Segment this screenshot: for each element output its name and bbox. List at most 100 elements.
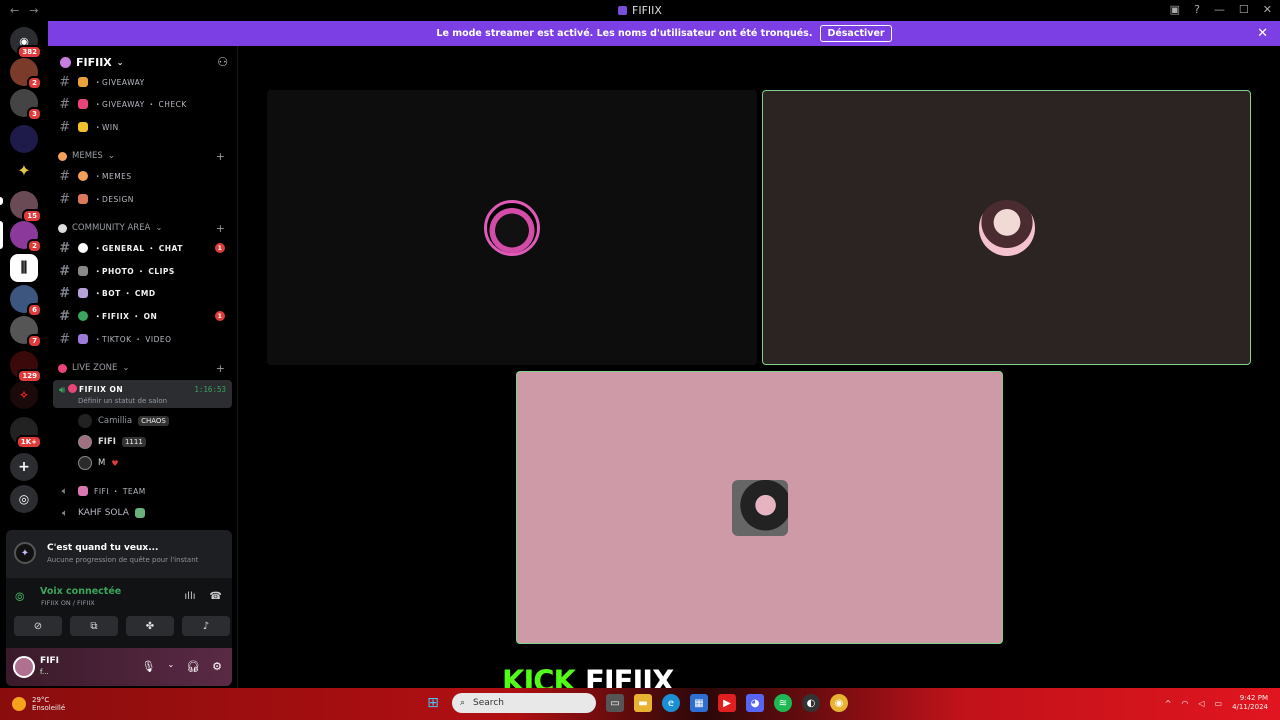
participant-tile[interactable]: [267, 90, 757, 365]
camera-off-button[interactable]: ⊘: [14, 616, 62, 636]
server-icon[interactable]: 1K+: [10, 417, 42, 449]
windows-start-icon[interactable]: ⊞: [424, 694, 442, 712]
volume-icon[interactable]: ◁: [1198, 699, 1204, 708]
chevron-down-icon[interactable]: ⌄: [167, 660, 174, 673]
red-circle-icon: [58, 363, 67, 373]
forward-icon[interactable]: →: [29, 4, 38, 17]
clock[interactable]: 9:42 PM 4/11/2024: [1232, 694, 1268, 712]
unread-badge: 1: [215, 243, 225, 253]
noise-suppression-icon[interactable]: ıllı: [184, 591, 195, 602]
channel-tiktok-video[interactable]: # ・TIKTOK ・ VIDEO: [58, 329, 233, 349]
battery-icon[interactable]: ▭: [1215, 699, 1223, 708]
category-live-zone[interactable]: LIVE ZONE ⌄ +: [58, 360, 233, 376]
help-icon[interactable]: ?: [1194, 3, 1200, 16]
channel-bot-cmd[interactable]: # ・BOT ・ CMD: [58, 283, 233, 303]
voice-user[interactable]: FIFI 1111: [78, 433, 146, 451]
window-title: FIFIIX: [632, 4, 662, 17]
voice-connected-channel[interactable]: FIFIIX ON / FIFIIX: [41, 599, 95, 607]
task-view-icon[interactable]: ▭: [606, 694, 624, 712]
spotify-icon[interactable]: ≋: [774, 694, 792, 712]
weather-widget[interactable]: 29°C Ensoleillé: [12, 696, 65, 712]
participant-tile-speaking[interactable]: [762, 90, 1251, 365]
server-icon[interactable]: 6: [10, 285, 42, 317]
store-icon[interactable]: ▦: [690, 694, 708, 712]
channel-giveaway[interactable]: # ・GIVEAWAY: [58, 72, 233, 92]
unread-pill: [0, 197, 3, 205]
server-icon[interactable]: 15: [10, 191, 42, 223]
direct-messages-icon[interactable]: ◉ 382: [10, 27, 42, 59]
close-banner-icon[interactable]: ✕: [1257, 26, 1268, 41]
minimize-icon[interactable]: —: [1214, 3, 1225, 16]
add-server-icon[interactable]: +: [10, 453, 38, 481]
category-memes[interactable]: MEMES ⌄ +: [58, 148, 233, 164]
server-icon[interactable]: 2: [10, 221, 42, 253]
server-icon[interactable]: ✦: [10, 156, 38, 184]
set-channel-status[interactable]: Définir un statut de salon: [78, 397, 167, 405]
server-icon[interactable]: 129: [10, 351, 42, 383]
user-avatar[interactable]: [13, 656, 35, 678]
back-icon[interactable]: ←: [10, 4, 19, 17]
add-channel-icon[interactable]: +: [216, 362, 225, 375]
cast-icon[interactable]: ▣: [1170, 3, 1180, 16]
channel-giveaway-check[interactable]: # ・GIVEAWAY ・ CHECK: [58, 94, 233, 114]
channel-photo-clips[interactable]: # ・PHOTO ・ CLIPS: [58, 261, 233, 281]
channel-fifiix-on[interactable]: # ・FIFIIX ・ ON 1: [58, 306, 233, 326]
window-title-group: FIFIIX: [618, 4, 662, 17]
app-icon[interactable]: ◐: [802, 694, 820, 712]
voice-connected-label[interactable]: Voix connectée: [14, 586, 121, 597]
music-note-icon: [78, 334, 88, 344]
channel-memes[interactable]: # ・MEMES: [58, 166, 233, 186]
soundboard-button[interactable]: ♪: [182, 616, 230, 636]
edge-icon[interactable]: e: [662, 694, 680, 712]
voice-channel-fifiix-on[interactable]: 🔊︎ FIFIIX ON 1:16:53 Définir un statut d…: [53, 380, 232, 408]
voice-user[interactable]: Camillia CHAOS: [78, 412, 169, 430]
search-label: Search: [473, 698, 504, 708]
category-community-area[interactable]: COMMUNITY AREA ⌄ +: [58, 220, 233, 236]
chevron-up-icon[interactable]: ^: [1165, 699, 1172, 708]
server-icon[interactable]: 2: [10, 58, 42, 90]
server-icon[interactable]: ⟡: [10, 381, 38, 409]
disable-button[interactable]: Désactiver: [820, 25, 892, 42]
maximize-icon[interactable]: ☐: [1239, 3, 1249, 16]
chevron-down-icon: ⌄: [116, 57, 124, 67]
microphone-icon[interactable]: 🎙︎: [141, 660, 155, 673]
taskbar-search[interactable]: ⌕ Search: [452, 693, 596, 713]
server-icon[interactable]: ⫼: [10, 254, 38, 282]
user-name[interactable]: FIFI: [40, 656, 59, 666]
explore-icon[interactable]: ◎: [10, 485, 38, 513]
discord-icon[interactable]: ◕: [746, 694, 764, 712]
wifi-icon[interactable]: ◠: [1181, 699, 1188, 708]
disconnect-icon[interactable]: ☎: [210, 591, 222, 602]
hash-icon: #: [59, 331, 71, 347]
screen-share-button[interactable]: ⧉: [70, 616, 118, 636]
unread-badge: 1: [215, 311, 225, 321]
avatar: [78, 435, 92, 449]
close-window-icon[interactable]: ✕: [1263, 3, 1272, 16]
channel-design[interactable]: # ・DESIGN: [58, 189, 233, 209]
quest-panel[interactable]: ✦ C'est quand tu veux... Aucune progress…: [6, 530, 232, 578]
invite-icon[interactable]: ⚇: [217, 55, 228, 69]
server-icon[interactable]: 3: [10, 89, 42, 121]
chrome-icon[interactable]: ◉: [830, 694, 848, 712]
channel-general-chat[interactable]: # ・GENERAL ・ CHAT 1: [58, 238, 233, 258]
activities-button[interactable]: ✤: [126, 616, 174, 636]
file-explorer-icon[interactable]: ▬: [634, 694, 652, 712]
badge: 2: [27, 76, 42, 90]
settings-gear-icon[interactable]: ⚙: [212, 660, 222, 673]
channel-win[interactable]: # ・WIN: [58, 117, 233, 137]
voice-user[interactable]: M ♥: [78, 454, 119, 472]
category-label: MEMES: [72, 151, 103, 161]
live-timer: 1:16:53: [194, 385, 226, 394]
server-icon[interactable]: [10, 125, 38, 153]
server-icon[interactable]: 7: [10, 316, 42, 348]
voice-channel-kahf-sola[interactable]: 🔈︎ KAHF SOLA: [58, 503, 233, 523]
participant-tile-speaking[interactable]: [516, 371, 1003, 644]
participant-avatar: [484, 199, 540, 256]
voice-channel-fifi-team[interactable]: 🔈︎ FIFI ・ TEAM: [58, 481, 233, 501]
add-channel-icon[interactable]: +: [216, 150, 225, 163]
youtube-icon[interactable]: ▶: [718, 694, 736, 712]
voice-user-name: Camillia: [98, 416, 133, 426]
headphones-icon[interactable]: 🎧︎: [186, 660, 200, 673]
add-channel-icon[interactable]: +: [216, 222, 225, 235]
title-bar: ← → FIFIIX ▣ ? — ☐ ✕: [0, 0, 1280, 21]
